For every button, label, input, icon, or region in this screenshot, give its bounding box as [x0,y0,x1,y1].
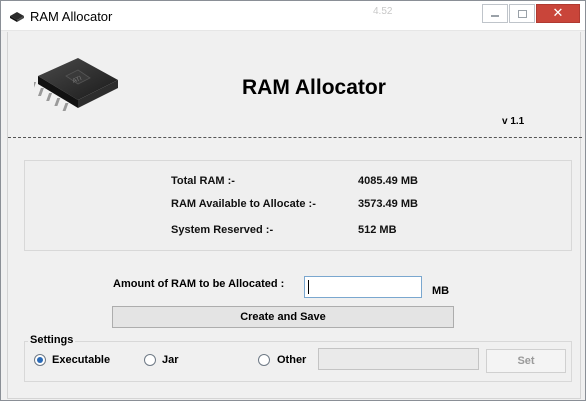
jar-radio[interactable] [144,354,156,366]
minimize-icon [491,14,499,17]
reserved-ram-value: 512 MB [358,224,397,236]
reserved-ram-label: System Reserved :- [171,224,274,236]
maximize-button[interactable] [509,4,535,23]
maximize-icon [517,9,527,18]
close-icon: ✕ [552,6,564,21]
executable-radio[interactable] [34,354,46,366]
close-button[interactable]: ✕ [536,4,580,23]
jar-radio-label[interactable]: Jar [162,354,179,366]
create-and-save-button[interactable]: Create and Save [112,306,454,328]
available-ram-value: 3573.49 MB [358,198,418,210]
version-label: v 1.1 [502,116,525,127]
ram-info-panel: Total RAM :- 4085.49 MB RAM Available to… [24,160,572,251]
window-bottom-edge [7,398,581,399]
set-button[interactable]: Set [486,349,566,373]
other-path-input[interactable] [318,348,479,370]
allocation-unit-label: MB [432,285,450,297]
allocation-amount-input[interactable] [304,276,422,298]
settings-legend: Settings [28,334,76,346]
available-ram-label: RAM Available to Allocate :- [171,198,316,210]
other-radio-label[interactable]: Other [277,354,306,366]
total-ram-value: 4085.49 MB [358,175,418,187]
header-divider [8,137,582,138]
minimize-button[interactable] [482,4,508,23]
ram-chip-small-icon [10,12,24,22]
other-radio[interactable] [258,354,270,366]
background-window-text: 4.52 [373,6,393,17]
title-bar[interactable]: RAM Allocator 4.52 ✕ [1,1,585,31]
ram-chip-icon: ATI [34,58,118,111]
executable-radio-label[interactable]: Executable [52,354,110,366]
text-caret [308,280,309,294]
allocation-amount-label: Amount of RAM to be Allocated : [113,278,285,290]
total-ram-label: Total RAM :- [171,175,235,187]
main-content: ATI RAM Allocator v 1.1 Total RAM :- 408… [7,32,582,398]
app-window: RAM Allocator 4.52 ✕ ATI RAM Allocator v… [0,0,586,401]
window-title: RAM Allocator [30,9,113,24]
app-title: RAM Allocator [242,76,386,99]
